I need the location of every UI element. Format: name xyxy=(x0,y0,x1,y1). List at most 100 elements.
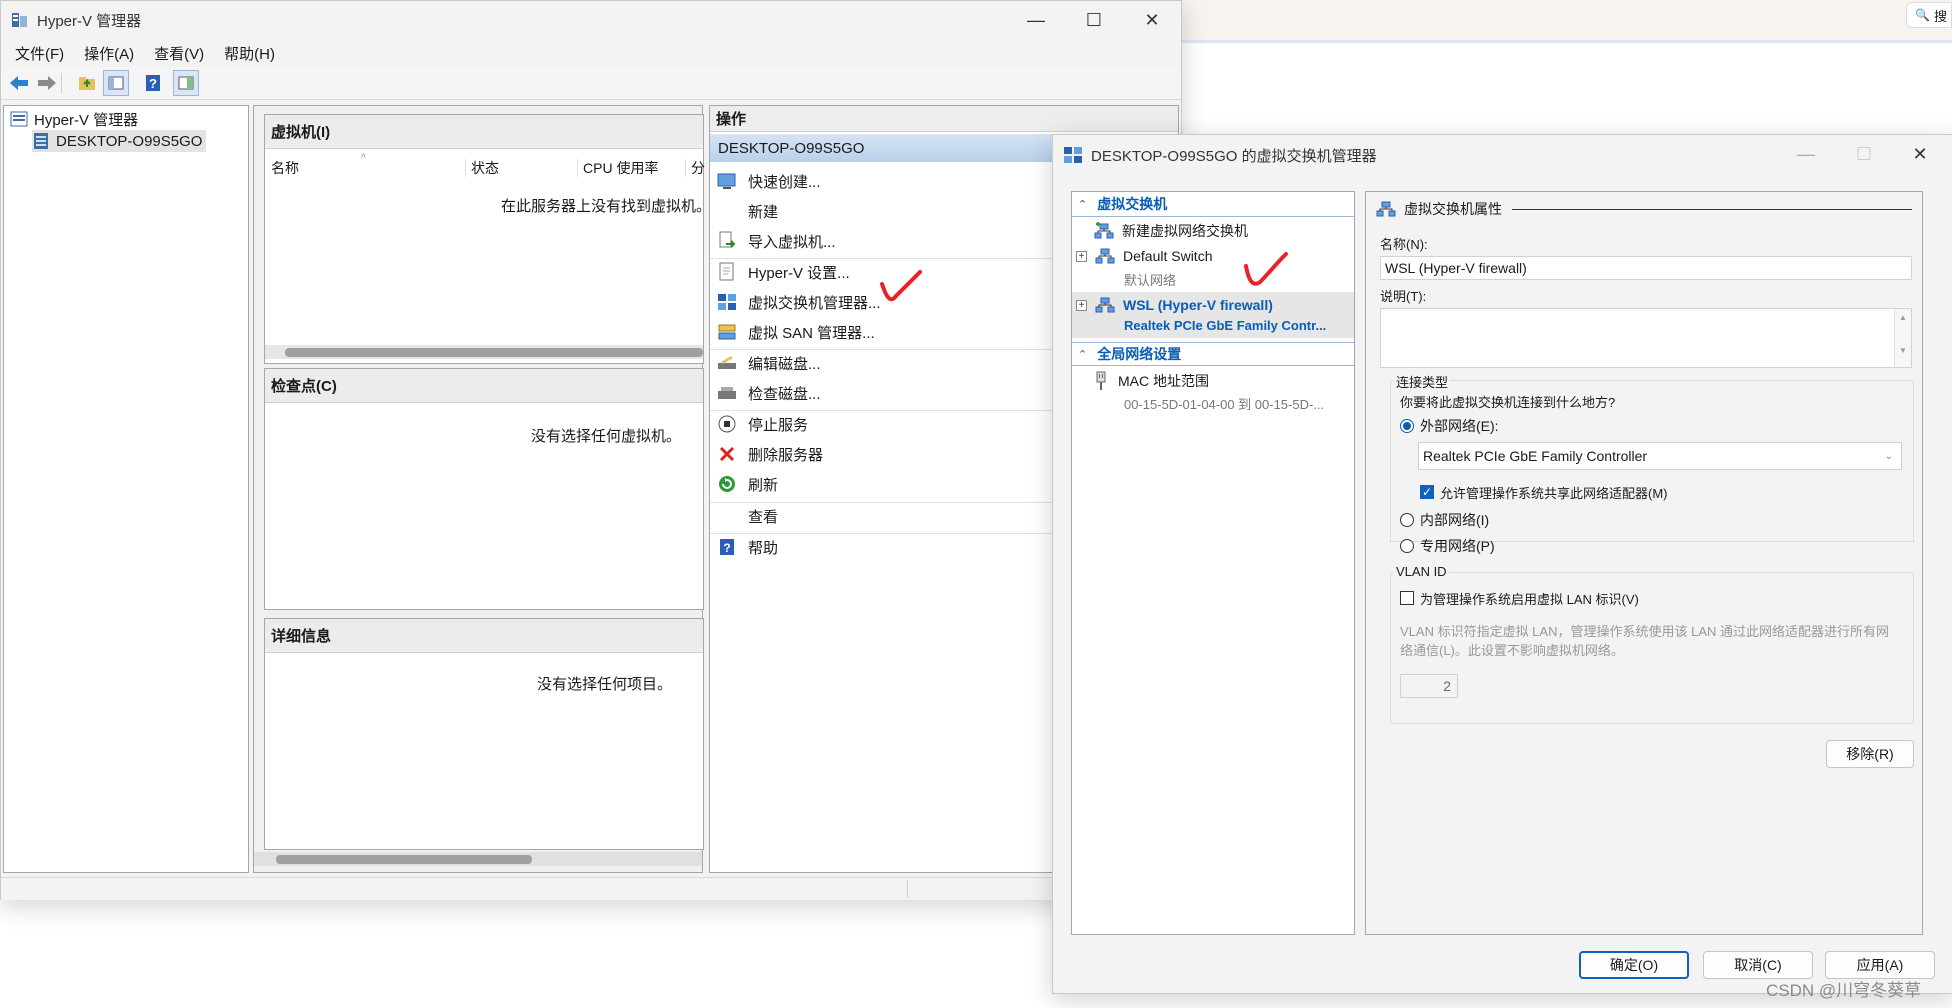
vsm-header-global[interactable]: ⌃ 全局网络设置 xyxy=(1072,342,1354,366)
col-status[interactable]: 状态 xyxy=(471,158,499,178)
external-adapter-select[interactable]: Realtek PCIe GbE Family Controller ⌄ xyxy=(1418,442,1902,470)
back-arrow-icon[interactable] xyxy=(7,71,31,95)
radio-external-dot[interactable] xyxy=(1400,419,1414,433)
vsm-maximize-button[interactable]: ☐ xyxy=(1835,135,1893,173)
hyperv-titlebar[interactable]: Hyper-V 管理器 — ☐ ✕ xyxy=(1,1,1181,39)
action-view[interactable]: 查看 xyxy=(716,501,778,531)
action-edit-disk-label: 编辑磁盘... xyxy=(748,355,821,373)
close-button[interactable]: ✕ xyxy=(1123,1,1181,39)
vsm-new-switch[interactable]: 新建虚拟网络交换机 xyxy=(1094,220,1248,242)
checkpoint-section: 检查点(C) 没有选择任何虚拟机。 xyxy=(264,368,704,610)
vsm-default-switch-sub: 默认网络 xyxy=(1124,273,1177,288)
vsm-mac-range-label: MAC 地址范围 xyxy=(1118,373,1209,389)
vsm-minimize-button[interactable]: — xyxy=(1777,135,1835,173)
dropdown-chevron-icon: ⌄ xyxy=(1884,450,1893,462)
action-help[interactable]: ? 帮助 xyxy=(716,532,778,562)
vm-scroll-thumb[interactable] xyxy=(285,348,703,357)
hyperv-window-title: Hyper-V 管理器 xyxy=(37,12,142,30)
description-textarea[interactable]: ▲ ▼ xyxy=(1380,308,1912,368)
vsm-default-switch[interactable]: + Default Switch xyxy=(1076,245,1212,267)
action-import-vm[interactable]: 导入虚拟机... xyxy=(716,226,836,256)
stop-icon xyxy=(716,413,738,435)
radio-private-dot[interactable] xyxy=(1400,539,1414,553)
vlan-enable-checkbox[interactable]: 为管理操作系统启用虚拟 LAN 标识(V) xyxy=(1400,588,1639,608)
vlan-id-input[interactable]: 2 xyxy=(1400,674,1458,698)
center-scroll-thumb[interactable] xyxy=(276,855,532,864)
vlan-help-text: VLAN 标识符指定虚拟 LAN，管理操作系统使用该 LAN 通过此网络适配器进… xyxy=(1400,624,1889,658)
tree-root[interactable]: Hyper-V 管理器 xyxy=(10,108,138,130)
action-import-vm-label: 导入虚拟机... xyxy=(748,233,836,251)
help-icon[interactable]: ? xyxy=(141,71,165,95)
action-quick-create-label: 快速创建... xyxy=(748,173,821,191)
expand-plus-icon[interactable]: + xyxy=(1076,250,1087,262)
show-hide-action-pane-icon[interactable] xyxy=(173,70,199,96)
radio-private-label: 专用网络(P) xyxy=(1420,538,1495,554)
col-name[interactable]: 名称 xyxy=(271,158,299,178)
action-virtual-switch-manager[interactable]: 虚拟交换机管理器... xyxy=(716,287,881,317)
minimize-button[interactable]: — xyxy=(1007,1,1065,39)
radio-private[interactable]: 专用网络(P) xyxy=(1400,536,1495,556)
vsm-mac-range[interactable]: MAC 地址范围 xyxy=(1094,370,1209,392)
vm-section: 虚拟机(I) 名称 ^ 状态 CPU 使用率 分 在此服务器上没有找到虚拟机。 xyxy=(264,114,705,364)
settings-document-icon xyxy=(716,261,738,283)
action-hyperv-settings[interactable]: Hyper-V 设置... xyxy=(716,257,850,287)
radio-internal-dot[interactable] xyxy=(1400,513,1414,527)
action-stop-service[interactable]: 停止服务 xyxy=(716,409,808,439)
menu-file[interactable]: 文件(F) xyxy=(1,43,74,64)
collapse-chevron-icon: ⌃ xyxy=(1078,348,1088,361)
vsm-wsl-switch[interactable]: + WSL (Hyper-V firewall) xyxy=(1076,295,1273,315)
switch-network-icon xyxy=(1095,247,1115,265)
allow-mgmt-check[interactable]: ✓ xyxy=(1420,485,1434,499)
description-scrollbar[interactable]: ▲ ▼ xyxy=(1894,309,1911,367)
action-new-label: 新建 xyxy=(748,203,779,221)
maximize-button[interactable]: ☐ xyxy=(1065,1,1123,39)
menu-help[interactable]: 帮助(H) xyxy=(214,43,285,64)
vm-horizontal-scrollbar[interactable] xyxy=(265,345,703,359)
tree-server[interactable]: DESKTOP-O99S5GO xyxy=(32,130,207,152)
background-search-box[interactable]: 🔍 搜 xyxy=(1906,2,1952,28)
vsm-header-switches[interactable]: ⌃ 虚拟交换机 xyxy=(1072,192,1354,217)
vlan-enable-check[interactable] xyxy=(1400,591,1414,605)
vm-table-header: 名称 ^ 状态 CPU 使用率 分 xyxy=(265,153,705,179)
expand-plus-icon[interactable]: + xyxy=(1076,299,1087,311)
menu-view[interactable]: 查看(V) xyxy=(144,43,214,64)
radio-internal[interactable]: 内部网络(I) xyxy=(1400,510,1489,530)
description-label: 说明(T): xyxy=(1380,289,1427,304)
vlan-enable-label: 为管理操作系统启用虚拟 LAN 标识(V) xyxy=(1420,591,1639,607)
menu-action[interactable]: 操作(A) xyxy=(74,43,144,64)
detail-section: 详细信息 没有选择任何项目。 xyxy=(264,618,704,850)
name-label: 名称(N): xyxy=(1380,237,1428,252)
radio-external[interactable]: 外部网络(E): xyxy=(1400,416,1499,436)
center-horizontal-scrollbar[interactable] xyxy=(254,852,702,866)
ok-button[interactable]: 确定(O) xyxy=(1579,951,1689,979)
col-more[interactable]: 分 xyxy=(691,158,705,178)
action-stop-service-label: 停止服务 xyxy=(748,416,809,434)
up-folder-icon[interactable] xyxy=(75,71,99,95)
vm-empty-message: 在此服务器上没有找到虚拟机。 xyxy=(501,198,703,215)
action-view-label: 查看 xyxy=(748,508,779,526)
action-new[interactable]: 新建 xyxy=(716,196,778,226)
allow-mgmt-checkbox[interactable]: ✓ 允许管理操作系统共享此网络适配器(M) xyxy=(1420,482,1668,502)
action-inspect-disk[interactable]: 检查磁盘... xyxy=(716,378,821,408)
vlan-id-value: 2 xyxy=(1443,678,1451,694)
action-remove-server[interactable]: 删除服务器 xyxy=(716,439,823,469)
action-refresh[interactable]: 刷新 xyxy=(716,469,778,499)
action-virtual-san-manager[interactable]: 虚拟 SAN 管理器... xyxy=(716,317,875,347)
action-quick-create[interactable]: 快速创建... xyxy=(716,166,821,196)
show-hide-console-tree-icon[interactable] xyxy=(103,70,129,96)
vsm-titlebar[interactable]: DESKTOP-O99S5GO 的虚拟交换机管理器 — ☐ ✕ xyxy=(1053,135,1952,175)
radio-internal-label: 内部网络(I) xyxy=(1420,512,1490,528)
action-edit-disk[interactable]: 编辑磁盘... xyxy=(716,348,821,378)
vsm-wsl-switch-sub: Realtek PCIe GbE Family Contr... xyxy=(1124,318,1327,333)
cancel-button[interactable]: 取消(C) xyxy=(1703,951,1813,979)
action-virtual-san-manager-label: 虚拟 SAN 管理器... xyxy=(748,324,875,342)
apply-button[interactable]: 应用(A) xyxy=(1825,951,1935,979)
forward-arrow-icon[interactable] xyxy=(35,71,59,95)
name-input[interactable]: WSL (Hyper-V firewall) xyxy=(1380,256,1912,280)
remove-button[interactable]: 移除(R) xyxy=(1826,740,1914,768)
action-refresh-label: 刷新 xyxy=(748,476,779,494)
radio-external-label: 外部网络(E): xyxy=(1420,418,1499,434)
vsm-close-button[interactable]: ✕ xyxy=(1891,135,1949,173)
col-cpu[interactable]: CPU 使用率 xyxy=(583,158,658,178)
action-hyperv-settings-label: Hyper-V 设置... xyxy=(748,264,850,282)
